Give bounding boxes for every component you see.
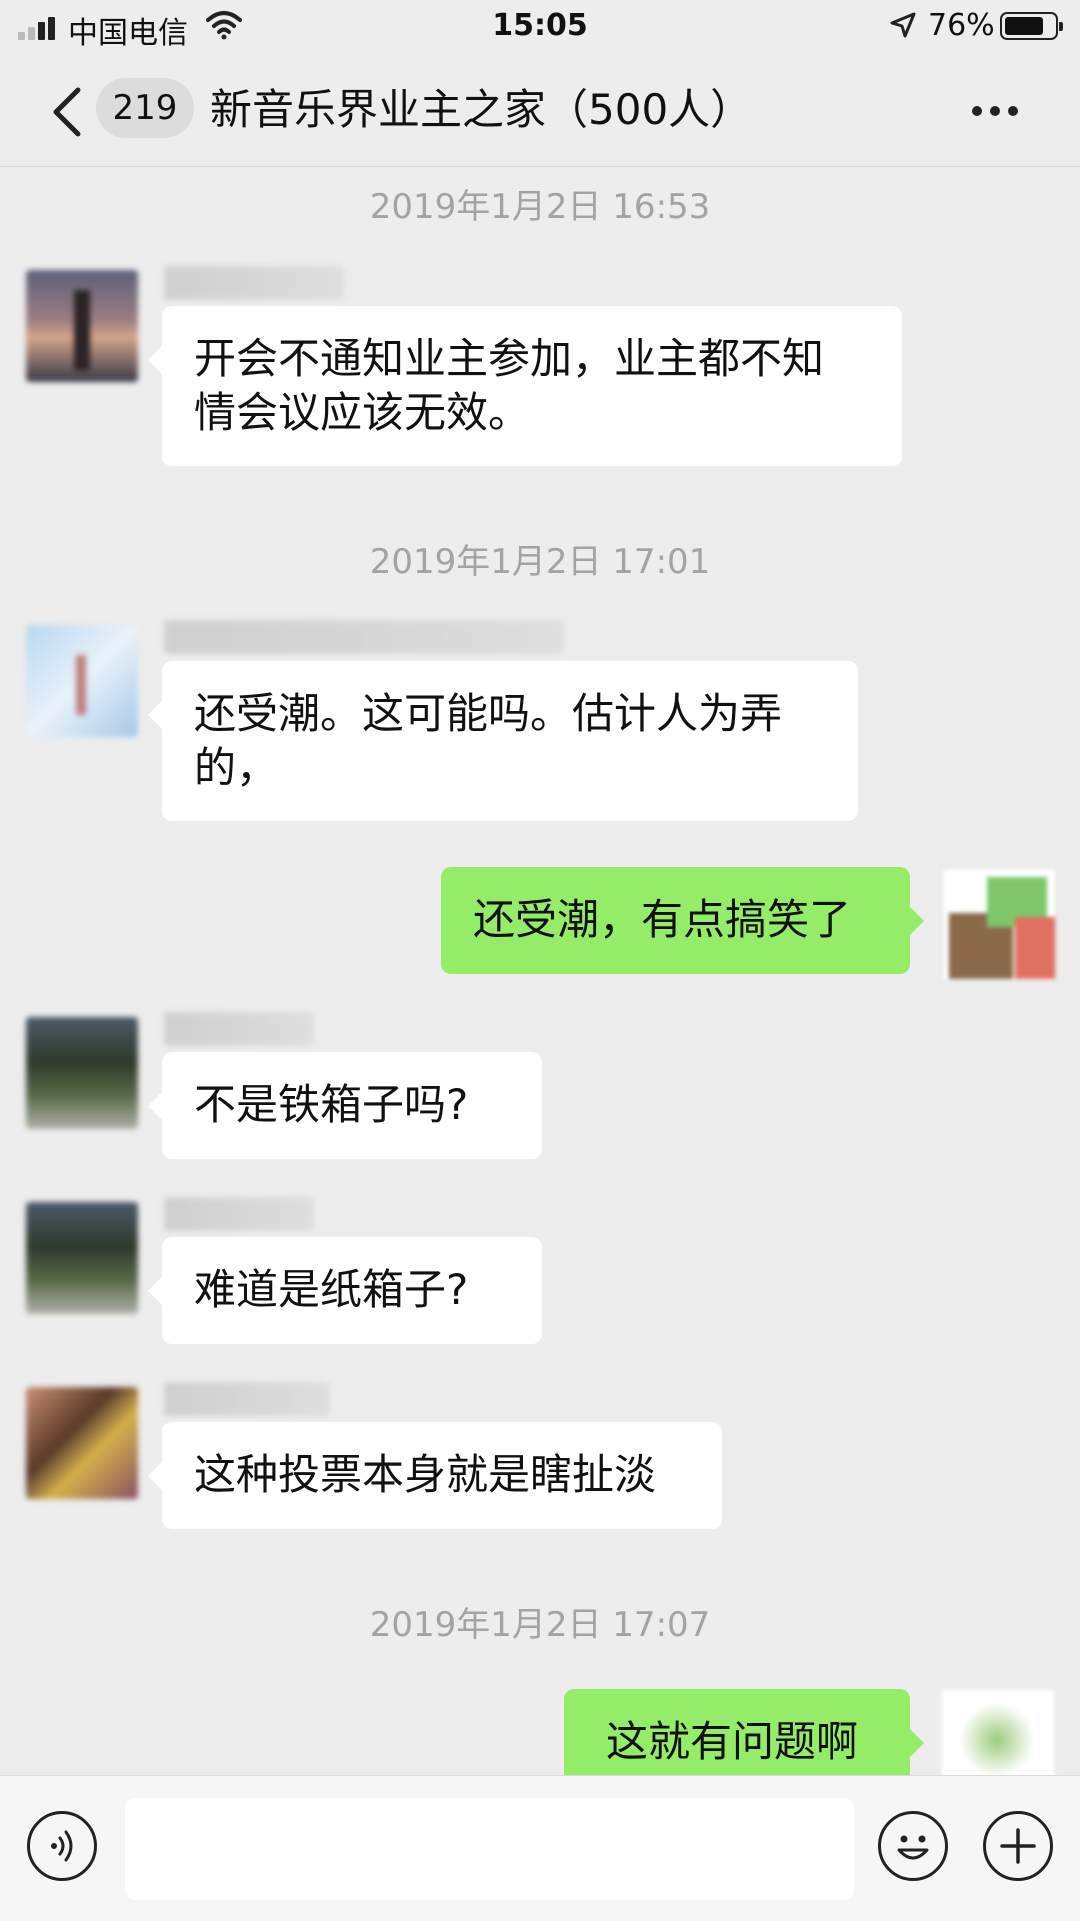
- location-icon: [890, 12, 916, 38]
- plus-icon[interactable]: [983, 1811, 1053, 1881]
- message-list[interactable]: 2019年1月2日 16:53 开会不通知业主参加，业主都不知 情会议应该无效。…: [0, 167, 1080, 1775]
- avatar[interactable]: [26, 1202, 138, 1314]
- message-bubble[interactable]: 这种投票本身就是瞎扯淡: [148, 1422, 722, 1529]
- message-bubble-outgoing[interactable]: 还受潮，有点搞笑了: [441, 867, 924, 974]
- unread-count-badge[interactable]: 219: [96, 78, 194, 138]
- timestamp: 2019年1月2日 17:01: [369, 542, 711, 582]
- input-bar: [0, 1775, 1080, 1921]
- message-bubble[interactable]: 难道是纸箱子?: [148, 1237, 542, 1344]
- sender-name: [164, 620, 564, 654]
- sender-name: [164, 1012, 314, 1046]
- message-bubble[interactable]: 不是铁箱子吗?: [148, 1052, 542, 1159]
- message-bubble-outgoing[interactable]: 这就有问题啊: [564, 1689, 924, 1775]
- clock: 15:05: [492, 8, 588, 43]
- my-avatar[interactable]: [942, 868, 1056, 982]
- chat-header: 219 新音乐界业主之家（500人）: [0, 56, 1080, 167]
- timestamp: 2019年1月2日 17:07: [369, 1605, 711, 1645]
- battery-icon: [1000, 12, 1063, 40]
- avatar[interactable]: [26, 625, 138, 737]
- sender-name: [164, 266, 344, 300]
- more-dots-icon[interactable]: [960, 82, 1030, 138]
- emoji-icon[interactable]: [878, 1811, 948, 1881]
- battery-percent: 76%: [928, 8, 995, 43]
- status-bar: 中国电信 15:05 76%: [0, 0, 1080, 56]
- sender-name: [164, 1197, 314, 1231]
- message-input[interactable]: [125, 1798, 854, 1900]
- chevron-left-icon[interactable]: [44, 84, 94, 140]
- avatar[interactable]: [26, 1017, 138, 1129]
- avatar[interactable]: [26, 1387, 138, 1499]
- timestamp: 2019年1月2日 16:53: [369, 187, 711, 227]
- message-bubble[interactable]: 还受潮。这可能吗。估计人为弄 的，: [148, 661, 858, 821]
- chat-title: 新音乐界业主之家（500人）: [210, 85, 753, 134]
- sender-name: [164, 1382, 330, 1416]
- avatar[interactable]: [26, 270, 138, 382]
- message-bubble[interactable]: 开会不通知业主参加，业主都不知 情会议应该无效。: [148, 306, 902, 466]
- my-avatar[interactable]: [942, 1690, 1054, 1775]
- voice-icon[interactable]: [27, 1811, 97, 1881]
